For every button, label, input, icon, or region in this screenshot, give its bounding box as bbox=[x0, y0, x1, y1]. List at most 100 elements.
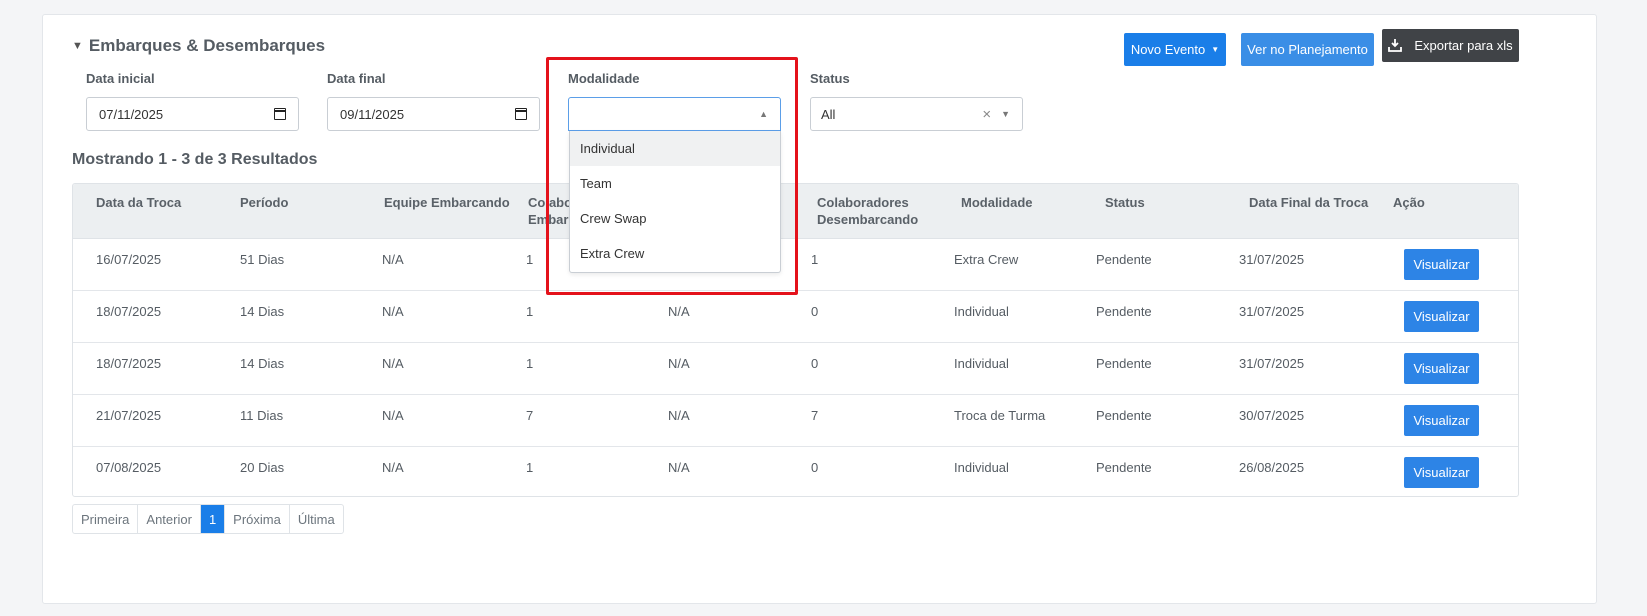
cell-equipe-emb: N/A bbox=[382, 304, 404, 319]
data-final-input[interactable]: 09/11/2025 bbox=[327, 97, 540, 131]
table-row: 18/07/2025 14 Dias N/A 1 N/A 0 Individua… bbox=[73, 291, 1518, 343]
cell-status: Pendente bbox=[1096, 356, 1152, 371]
section-header[interactable]: ▼ Embarques & Desembarques bbox=[72, 36, 325, 56]
cell-equipe-desemb: N/A bbox=[668, 460, 690, 475]
cell-data: 18/07/2025 bbox=[96, 304, 162, 319]
table-row: 18/07/2025 14 Dias N/A 1 N/A 0 Individua… bbox=[73, 343, 1518, 395]
data-final-value: 09/11/2025 bbox=[340, 106, 405, 122]
table-row: 07/08/2025 20 Dias N/A 1 N/A 0 Individua… bbox=[73, 447, 1518, 496]
pagination: Primeira Anterior 1 Próxima Última bbox=[72, 504, 344, 534]
download-icon bbox=[1388, 39, 1403, 52]
modalidade-dropdown: Individual Team Crew Swap Extra Crew bbox=[569, 131, 781, 273]
cell-periodo: 14 Dias bbox=[240, 304, 285, 319]
cell-data: 18/07/2025 bbox=[96, 356, 162, 371]
th-periodo: Período bbox=[240, 195, 289, 210]
results-table: Data da Troca Período Equipe Embarcando … bbox=[72, 183, 1519, 497]
cell-status: Pendente bbox=[1096, 304, 1152, 319]
data-inicial-value: 07/11/2025 bbox=[99, 106, 164, 122]
visualizar-button[interactable]: Visualizar bbox=[1404, 353, 1479, 384]
visualizar-button[interactable]: Visualizar bbox=[1404, 249, 1479, 280]
cell-status: Pendente bbox=[1096, 408, 1152, 423]
modalidade-option-team[interactable]: Team bbox=[570, 166, 780, 201]
cell-colab-desemb: 7 bbox=[811, 408, 819, 423]
data-inicial-label: Data inicial bbox=[86, 71, 155, 86]
data-inicial-input[interactable]: 07/11/2025 bbox=[86, 97, 299, 131]
cell-modalidade: Individual bbox=[954, 460, 1009, 475]
pagination-last[interactable]: Última bbox=[290, 505, 343, 533]
cell-data-final: 31/07/2025 bbox=[1239, 356, 1305, 371]
cell-equipe-emb: N/A bbox=[382, 356, 404, 371]
modalidade-option-individual[interactable]: Individual bbox=[570, 131, 780, 166]
cell-periodo: 51 Dias bbox=[240, 252, 285, 267]
table-row: 21/07/2025 11 Dias N/A 7 N/A 7 Troca de … bbox=[73, 395, 1518, 447]
cell-status: Pendente bbox=[1096, 460, 1152, 475]
th-equipe-embarcando: Equipe Embarcando bbox=[384, 195, 510, 210]
cell-colab-emb: 1 bbox=[526, 304, 534, 319]
cell-equipe-desemb: N/A bbox=[668, 408, 690, 423]
cell-colab-desemb: 0 bbox=[811, 356, 819, 371]
cell-data: 16/07/2025 bbox=[96, 252, 162, 267]
exportar-xls-button[interactable]: Exportar para xls bbox=[1382, 29, 1519, 62]
cell-colab-emb: 7 bbox=[526, 408, 534, 423]
table-row: 16/07/2025 51 Dias N/A 1 1 Extra Crew Pe… bbox=[73, 239, 1518, 291]
novo-evento-label: Novo Evento bbox=[1130, 42, 1206, 57]
pagination-prev[interactable]: Anterior bbox=[138, 505, 201, 533]
ver-planejamento-button[interactable]: Ver no Planejamento bbox=[1241, 33, 1374, 66]
th-data-final: Data Final da Troca bbox=[1249, 195, 1369, 210]
cell-modalidade: Troca de Turma bbox=[954, 408, 1046, 423]
cell-equipe-emb: N/A bbox=[382, 252, 404, 267]
ver-planejamento-label: Ver no Planejamento bbox=[1247, 42, 1368, 57]
table-header: Data da Troca Período Equipe Embarcando … bbox=[73, 184, 1518, 239]
chevron-down-icon[interactable]: ▼ bbox=[1001, 109, 1010, 119]
cell-data: 21/07/2025 bbox=[96, 408, 162, 423]
modalidade-option-crew-swap[interactable]: Crew Swap bbox=[570, 201, 780, 236]
cell-equipe-desemb: N/A bbox=[668, 356, 690, 371]
cell-colab-desemb: 0 bbox=[811, 460, 819, 475]
cell-periodo: 11 Dias bbox=[240, 408, 284, 423]
th-modalidade: Modalidade bbox=[961, 195, 1033, 210]
cell-data-final: 31/07/2025 bbox=[1239, 252, 1305, 267]
cell-modalidade: Individual bbox=[954, 356, 1009, 371]
cell-modalidade: Extra Crew bbox=[954, 252, 1019, 267]
novo-evento-button[interactable]: Novo Evento ▼ bbox=[1124, 33, 1226, 66]
th-colaboradores-desembarcando: Colaboradores Desembarcando bbox=[817, 194, 918, 228]
cell-colab-desemb: 1 bbox=[811, 252, 819, 267]
cell-periodo: 20 Dias bbox=[240, 460, 285, 475]
cell-equipe-emb: N/A bbox=[382, 408, 404, 423]
cell-data-final: 30/07/2025 bbox=[1239, 408, 1305, 423]
results-title: Mostrando 1 - 3 de 3 Resultados bbox=[72, 151, 318, 168]
th-acao: Ação bbox=[1393, 195, 1425, 210]
cell-colab-desemb: 0 bbox=[811, 304, 819, 319]
dropdown-caret-icon: ▼ bbox=[1211, 45, 1220, 54]
visualizar-button[interactable]: Visualizar bbox=[1404, 457, 1479, 488]
modalidade-label: Modalidade bbox=[568, 71, 640, 86]
modalidade-select[interactable]: ▲ bbox=[568, 97, 781, 131]
cell-colab-emb: 1 bbox=[526, 252, 534, 267]
modalidade-option-extra-crew[interactable]: Extra Crew bbox=[570, 236, 780, 271]
cell-colab-emb: 1 bbox=[526, 356, 534, 371]
exportar-label: Exportar para xls bbox=[1414, 38, 1513, 53]
clear-icon[interactable]: × bbox=[982, 106, 991, 123]
chevron-up-icon[interactable]: ▲ bbox=[759, 109, 768, 119]
th-data-troca: Data da Troca bbox=[96, 195, 182, 210]
cell-equipe-emb: N/A bbox=[382, 460, 404, 475]
cell-data-final: 26/08/2025 bbox=[1239, 460, 1305, 475]
calendar-icon[interactable] bbox=[274, 108, 286, 120]
pagination-next[interactable]: Próxima bbox=[225, 505, 290, 533]
calendar-icon[interactable] bbox=[515, 108, 527, 120]
collapse-caret-icon[interactable]: ▼ bbox=[72, 40, 83, 52]
cell-modalidade: Individual bbox=[954, 304, 1009, 319]
visualizar-button[interactable]: Visualizar bbox=[1404, 405, 1479, 436]
th-colab-desemb-line1: Colaboradores bbox=[817, 195, 909, 210]
status-select[interactable]: All × ▼ bbox=[810, 97, 1023, 131]
visualizar-button[interactable]: Visualizar bbox=[1404, 301, 1479, 332]
cell-colab-emb: 1 bbox=[526, 460, 534, 475]
status-label: Status bbox=[810, 71, 850, 86]
pagination-current[interactable]: 1 bbox=[200, 505, 226, 533]
th-status: Status bbox=[1105, 195, 1145, 210]
section-title: Embarques & Desembarques bbox=[88, 36, 326, 55]
th-colab-desemb-line2: Desembarcando bbox=[817, 212, 919, 227]
cell-periodo: 14 Dias bbox=[240, 356, 285, 371]
pagination-first[interactable]: Primeira bbox=[73, 505, 139, 533]
cell-data: 07/08/2025 bbox=[96, 460, 162, 475]
